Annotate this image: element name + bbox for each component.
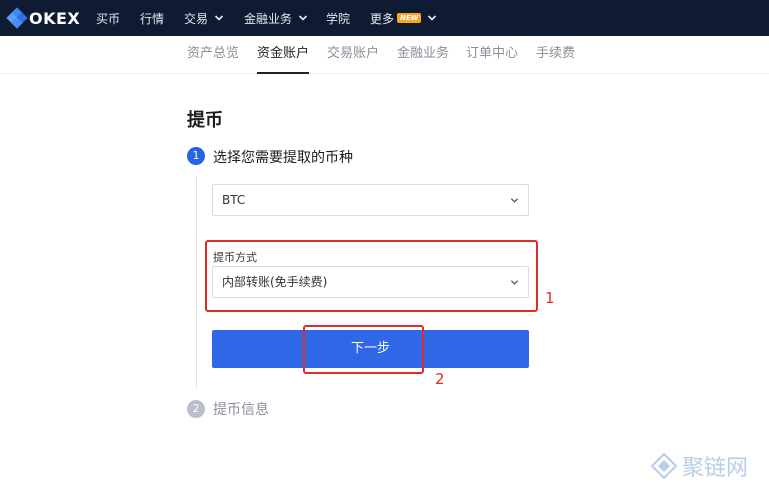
new-badge: NEW (397, 13, 422, 23)
annotation-box-1 (205, 240, 538, 312)
okex-logo[interactable]: OKEX (6, 7, 81, 29)
account-subnav: 资产总览 资金账户 交易账户 金融业务 订单中心 手续费 (0, 36, 769, 74)
annotation-number-1: 1 (545, 289, 555, 307)
tab-funding-account[interactable]: 资金账户 (257, 36, 310, 74)
chevron-down-icon (298, 15, 308, 21)
nav-item-market[interactable]: 行情 (140, 0, 164, 36)
nav-item-academy-label: 学院 (326, 11, 351, 26)
annotation-box-2 (303, 325, 424, 374)
chevron-down-icon (428, 15, 437, 21)
nav-item-academy[interactable]: 学院 (326, 0, 350, 36)
watermark-logo-icon (650, 452, 678, 480)
brand-name: OKEX (29, 8, 81, 28)
step-connector-line (196, 175, 197, 389)
tab-finance[interactable]: 金融业务 (397, 36, 449, 74)
tab-order-center[interactable]: 订单中心 (466, 36, 518, 74)
step-1-indicator: 1 (187, 147, 205, 165)
step-2-label: 提币信息 (213, 402, 269, 418)
nav-item-market-label: 行情 (140, 11, 165, 26)
page-title: 提币 (187, 110, 223, 131)
nav-item-trade[interactable]: 交易 (184, 0, 224, 36)
step-1-label: 选择您需要提取的币种 (213, 150, 353, 166)
nav-item-trade-label: 交易 (184, 11, 209, 26)
top-navigation-bar: OKEX 买币 行情 交易 金融业务 学院 更多 NEW (0, 0, 769, 36)
nav-item-finance[interactable]: 金融业务 (244, 0, 308, 36)
nav-item-buy-label: 买币 (96, 11, 121, 26)
nav-item-more-label: 更多 (370, 11, 395, 26)
step-2-indicator: 2 (187, 400, 205, 418)
tab-trading-account[interactable]: 交易账户 (327, 36, 379, 74)
nav-item-more[interactable]: 更多 NEW (370, 0, 437, 36)
chevron-down-icon (510, 198, 519, 203)
coin-select[interactable]: BTC (212, 184, 529, 216)
tab-asset-overview[interactable]: 资产总览 (187, 36, 239, 74)
nav-item-buy[interactable]: 买币 (96, 0, 120, 36)
coin-select-value: BTC (222, 193, 246, 207)
chevron-down-icon (214, 15, 224, 21)
tab-fees[interactable]: 手续费 (536, 36, 575, 74)
watermark: 聚链网 (650, 452, 749, 481)
okex-logo-icon (6, 7, 28, 29)
nav-item-finance-label: 金融业务 (244, 11, 293, 26)
annotation-number-2: 2 (435, 370, 445, 388)
watermark-text: 聚链网 (682, 456, 749, 481)
